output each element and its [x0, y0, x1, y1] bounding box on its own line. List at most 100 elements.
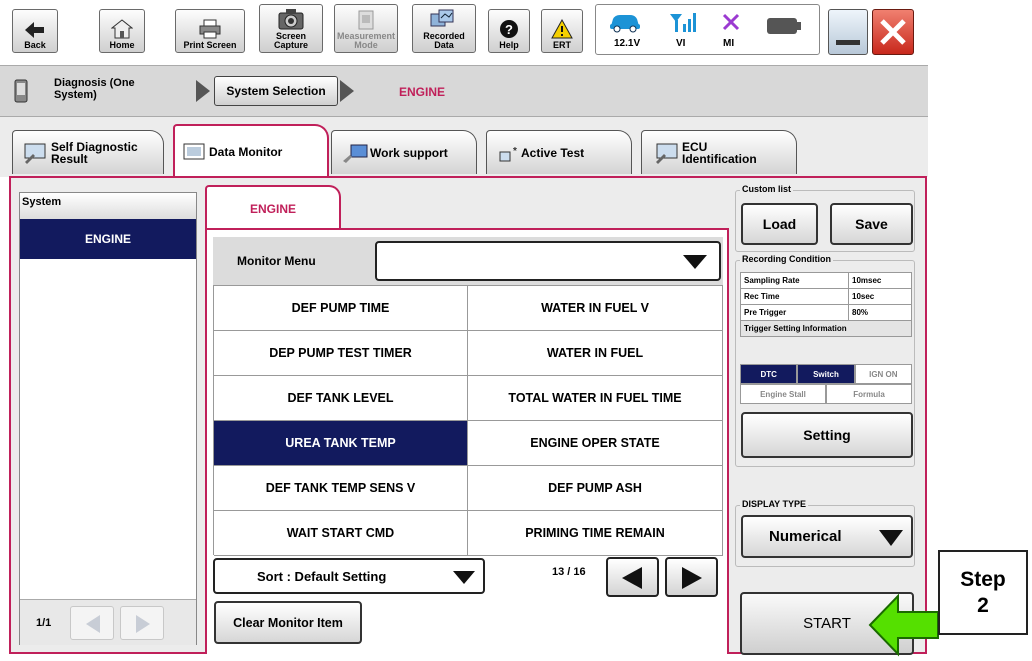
- triangle-right-icon: [136, 615, 150, 633]
- trigger-switch: Switch: [797, 364, 855, 384]
- display-type-value: Numerical: [769, 528, 842, 545]
- minimize-icon: [836, 40, 860, 45]
- signal-icon: [670, 13, 696, 32]
- monitor-item[interactable]: WATER IN FUEL V: [468, 286, 723, 331]
- monitor-menu-select[interactable]: [375, 241, 721, 281]
- system-list: System ENGINE 1/1: [19, 192, 197, 645]
- help-button[interactable]: ? Help: [488, 9, 530, 53]
- minimize-button[interactable]: [828, 9, 868, 55]
- monitor-item[interactable]: DEP PUMP TEST TIMER: [214, 331, 468, 376]
- monitor-prev-button[interactable]: [606, 557, 659, 597]
- tab-self-diagnostic[interactable]: Self Diagnostic Result: [12, 130, 164, 174]
- rec-time-value: 10sec: [848, 288, 912, 305]
- load-button[interactable]: Load: [741, 203, 818, 245]
- print-screen-button[interactable]: Print Screen: [175, 9, 245, 53]
- tab-ecu-identification[interactable]: ECU Identification: [641, 130, 797, 174]
- setting-button[interactable]: Setting: [741, 412, 913, 458]
- rec-time-label: Rec Time: [740, 288, 849, 305]
- tab-work-support[interactable]: Work support: [331, 130, 477, 174]
- measurement-mode-button[interactable]: Measurement Mode: [334, 4, 398, 53]
- chevron-down-icon: [683, 255, 707, 269]
- step-number: 2: [977, 593, 989, 617]
- monitor-item[interactable]: TOTAL WATER IN FUEL TIME: [468, 376, 723, 421]
- system-list-item[interactable]: ENGINE: [20, 219, 196, 259]
- display-type-select[interactable]: Numerical: [741, 515, 913, 558]
- home-icon: [111, 19, 133, 39]
- monitor-item[interactable]: DEF PUMP ASH: [468, 466, 723, 511]
- sort-dropdown[interactable]: Sort : Default Setting: [213, 558, 485, 594]
- mi-label: MI: [723, 38, 735, 49]
- system-list-footer: 1/1: [20, 599, 196, 645]
- vi-label: VI: [676, 38, 686, 49]
- clear-monitor-item-button[interactable]: Clear Monitor Item: [214, 601, 362, 644]
- device-icon: [14, 79, 28, 103]
- trigger-setting-header: Trigger Setting Information: [740, 320, 912, 337]
- system-list-header: System: [20, 193, 196, 219]
- sampling-rate-label: Sampling Rate: [740, 272, 849, 289]
- monitor-item[interactable]: WAIT START CMD: [214, 511, 468, 556]
- monitor-page-indicator: 13 / 16: [552, 566, 586, 578]
- step-callout: Step 2: [938, 550, 1028, 635]
- trigger-formula: Formula: [826, 384, 912, 404]
- monitor-item[interactable]: DEF PUMP TIME: [214, 286, 468, 331]
- triangle-right-icon: [682, 567, 702, 589]
- monitor-item[interactable]: ENGINE OPER STATE: [468, 421, 723, 466]
- system-selection-button[interactable]: System Selection: [214, 76, 338, 106]
- monitor-item[interactable]: WATER IN FUEL: [468, 331, 723, 376]
- pre-trigger-value: 80%: [848, 304, 912, 321]
- monitor-menu-label: Monitor Menu: [237, 254, 316, 268]
- back-arrow-icon: [25, 22, 44, 38]
- breadcrumb-arrow-icon: [196, 80, 210, 102]
- recorded-data-button[interactable]: Recorded Data: [412, 4, 476, 53]
- sort-label: Sort : Default Setting: [257, 569, 387, 584]
- start-label: START: [803, 615, 851, 632]
- triangle-left-icon: [86, 615, 100, 633]
- svg-text:*: *: [513, 146, 517, 157]
- car-icon: [610, 15, 640, 33]
- screen-capture-button[interactable]: Screen Capture: [259, 4, 323, 53]
- trigger-engine-stall: Engine Stall: [740, 384, 826, 404]
- voltage-readout: 12.1V: [614, 38, 641, 49]
- custom-list-title: Custom list: [740, 184, 794, 194]
- display-type-title: DISPLAY TYPE: [740, 499, 809, 509]
- monitor-item-selected[interactable]: UREA TANK TEMP: [214, 421, 468, 466]
- breadcrumb-diagnosis[interactable]: Diagnosis (One System): [54, 77, 154, 101]
- trigger-row-2: Engine Stall Formula: [740, 384, 912, 404]
- measurement-icon: [358, 10, 374, 30]
- close-icon: [880, 19, 906, 45]
- monitor-item[interactable]: DEF TANK TEMP SENS V: [214, 466, 468, 511]
- recording-condition-title: Recording Condition: [740, 254, 833, 264]
- save-button[interactable]: Save: [830, 203, 913, 245]
- monitor-item[interactable]: DEF TANK LEVEL: [214, 376, 468, 421]
- tab-engine[interactable]: ENGINE: [205, 185, 341, 230]
- back-button[interactable]: Back: [12, 9, 58, 53]
- system-page-indicator: 1/1: [36, 617, 52, 629]
- system-prev-button[interactable]: [70, 606, 114, 640]
- ecu-icon: [656, 143, 678, 164]
- recorded-data-icon: [430, 9, 454, 27]
- ert-button[interactable]: ERT: [541, 9, 583, 53]
- warning-icon: [551, 19, 573, 39]
- monitor-next-button[interactable]: [665, 557, 718, 597]
- help-icon: ?: [500, 20, 518, 38]
- mi-x-icon: [722, 13, 740, 31]
- status-indicators: 12.1V VI MI: [595, 4, 820, 55]
- home-button[interactable]: Home: [99, 9, 145, 53]
- trigger-dtc: DTC: [740, 364, 798, 384]
- tab-active-test[interactable]: * Active Test: [486, 130, 632, 174]
- callout-arrow-icon: [868, 593, 939, 657]
- breadcrumb: Diagnosis (One System) System Selection …: [0, 65, 928, 117]
- trigger-row-1: DTC Switch IGN ON: [740, 364, 912, 384]
- chevron-down-icon: [453, 571, 475, 584]
- pre-trigger-label: Pre Trigger: [740, 304, 849, 321]
- monitor-item[interactable]: PRIMING TIME REMAIN: [468, 511, 723, 556]
- triangle-left-icon: [622, 567, 642, 589]
- battery-icon: [767, 18, 801, 34]
- close-button[interactable]: [872, 9, 914, 55]
- system-next-button[interactable]: [120, 606, 164, 640]
- self-diag-icon: [24, 143, 46, 164]
- camera-icon: [278, 9, 304, 30]
- active-test-icon: *: [499, 146, 517, 161]
- chevron-down-icon: [879, 530, 903, 546]
- tab-data-monitor[interactable]: Data Monitor: [173, 124, 329, 178]
